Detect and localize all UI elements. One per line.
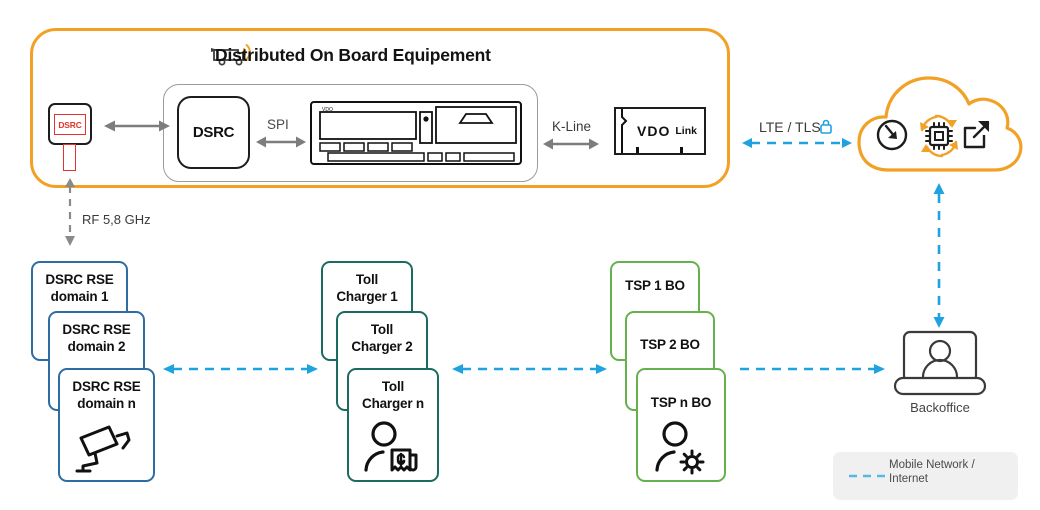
arrow-kline (543, 136, 599, 152)
card-title: TSP 1 BO (612, 277, 698, 294)
arrow-rf (63, 178, 77, 246)
card-title-line1: Toll (355, 272, 379, 287)
card-title: DSRC RSE domain 1 (33, 271, 126, 305)
card-title-line2: Charger 1 (336, 289, 398, 304)
card-title: DSRC RSE domain 2 (50, 321, 143, 355)
card-title-line1: Toll (370, 322, 394, 337)
person-invoice-icon (362, 420, 424, 474)
card-title: Toll Charger 1 (323, 271, 411, 305)
dsrc-module: DSRC (177, 96, 250, 169)
rf-label: RF 5,8 GHz (82, 212, 151, 227)
card-title-line1: DSRC RSE (45, 272, 114, 287)
laptop-person-icon (890, 330, 990, 398)
vdo-brand-label: VDO (637, 123, 671, 139)
diagram-canvas: Distributed On Board Equipement DSRC DSR… (0, 0, 1040, 510)
card-title-line1: DSRC RSE (72, 379, 141, 394)
arrow-spi (256, 134, 306, 150)
card-title-line1: Toll (381, 379, 405, 394)
backoffice-label: Backoffice (910, 400, 970, 415)
kline-label: K-Line (552, 119, 592, 134)
arrow-lte-tls (742, 136, 852, 150)
card-title-line2: domain n (77, 396, 136, 411)
dsrc-module-label: DSRC (192, 124, 235, 141)
obu-tag-stem (63, 144, 76, 171)
arrow-cloud-to-backoffice (932, 183, 946, 328)
arrow-tag-to-dsrc (104, 118, 170, 134)
card-title-line2: Charger 2 (351, 339, 413, 354)
card-title-line1: TSP 2 BO (640, 337, 700, 352)
obu-tag-screen: DSRC (54, 114, 86, 135)
card-title-line2: domain 1 (50, 289, 109, 304)
lock-icon (819, 119, 833, 135)
arrow-rse-to-toll (163, 362, 318, 376)
card-title-line2: domain 2 (67, 339, 126, 354)
svg-text:VDO: VDO (322, 107, 333, 113)
card-title-line2: Charger n (362, 396, 424, 411)
card-title-line1: DSRC RSE (62, 322, 131, 337)
arrow-tsp-to-backoffice (740, 362, 885, 376)
vdo-link-sub-label: Link (675, 125, 697, 137)
legend-label: Mobile Network / Internet (889, 458, 1014, 486)
lte-tls-label: LTE / TLS (759, 119, 821, 135)
card-title: TSP 2 BO (627, 336, 713, 353)
person-gear-icon (651, 420, 713, 475)
spi-label: SPI (267, 117, 289, 132)
vdo-link-label-wrap: VDO Link (614, 107, 706, 155)
card-title: Toll Charger 2 (338, 321, 426, 355)
card-title-line1: TSP n BO (650, 395, 712, 410)
legend-dash-sample (848, 473, 886, 479)
card-title-line1: TSP 1 BO (625, 278, 685, 293)
legend-label-line2: Internet (889, 473, 928, 485)
roadside-camera-icon (73, 418, 137, 474)
cloud-platform (855, 62, 1025, 180)
page-title: Distributed On Board Equipement (215, 45, 491, 65)
obu-tag-label: DSRC (58, 119, 82, 130)
card-title: Toll Charger n (349, 378, 437, 412)
legend-label-line1: Mobile Network / (889, 459, 975, 471)
card-title: DSRC RSE domain n (60, 378, 153, 412)
tachograph-icon: VDO (310, 101, 522, 165)
arrow-toll-to-tsp (452, 362, 607, 376)
card-title: TSP n BO (638, 394, 724, 411)
